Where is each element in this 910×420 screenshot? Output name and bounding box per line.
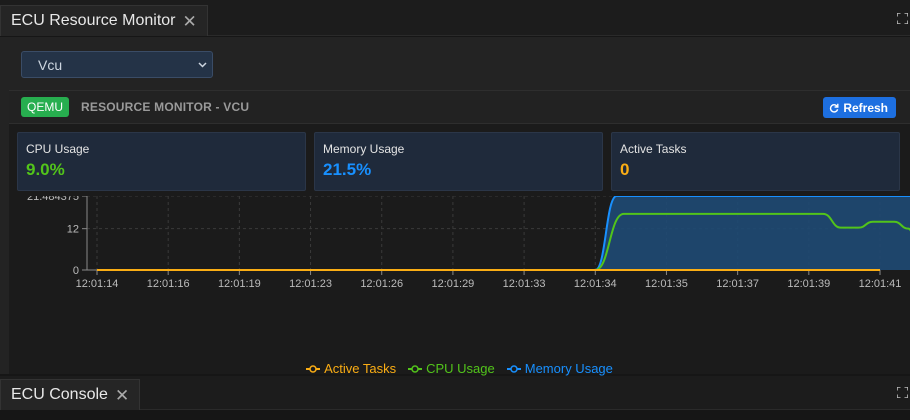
x-tick-label: 12:01:41 (859, 278, 902, 290)
x-tick-label: 12:01:26 (360, 278, 403, 290)
top-panel-tabbar: ECU Resource Monitor ✕ (0, 0, 910, 36)
cpu-usage-stat: CPU Usage 9.0% (17, 132, 306, 191)
chart-legend: Active Tasks CPU Usage Memory Usage (9, 361, 910, 376)
x-tick-label: 12:01:16 (147, 278, 190, 290)
memory-usage-label: Memory Usage (323, 142, 405, 156)
resource-chart: 21.484375 12 012:01:14 12:01:16 12:01:19 12:0… (27, 196, 910, 290)
cpu-usage-value: 9.0% (26, 160, 65, 179)
legend-item[interactable]: Active Tasks (306, 361, 396, 376)
x-tick-label: 12:01:14 (76, 278, 119, 290)
memory-usage-value: 21.5% (323, 160, 372, 179)
x-tick-label: 12:01:19 (218, 278, 261, 290)
maximize-icon[interactable] (897, 13, 908, 24)
legend-label: Memory Usage (524, 361, 613, 376)
tab-title: ECU Resource Monitor (11, 12, 176, 29)
card-header: QEMU RESOURCE MONITOR - VCU Refresh (9, 91, 910, 124)
bottom-panel-tabbar: ECU Console ✕ (0, 376, 910, 410)
memory-usage-stat: Memory Usage 21.5% (314, 132, 603, 191)
legend-label: CPU Usage (426, 361, 495, 376)
tab-title: ECU Console (11, 386, 108, 403)
refresh-label: Refresh (843, 100, 888, 115)
y-tick-label: 12 (67, 224, 79, 236)
x-tick-label: 12:01:35 (645, 278, 688, 290)
legend-label: Active Tasks (324, 361, 397, 376)
x-tick-label: 12:01:33 (503, 278, 546, 290)
ecu-select[interactable]: Vcu (21, 51, 213, 78)
legend-item[interactable]: CPU Usage (408, 361, 495, 376)
close-icon[interactable]: ✕ (183, 13, 197, 30)
active-tasks-stat: Active Tasks 0 (611, 132, 900, 191)
x-tick-label: 12:01:34 (574, 278, 617, 290)
refresh-button[interactable]: Refresh (823, 97, 896, 118)
tab-ecu-resource-monitor[interactable]: ECU Resource Monitor ✕ (0, 5, 208, 36)
qemu-badge: QEMU (21, 97, 69, 117)
x-tick-label: 12:01:29 (431, 278, 474, 290)
legend-marker-icon (306, 364, 321, 373)
card-title: RESOURCE MONITOR - VCU (81, 100, 250, 114)
resource-monitor-card: QEMU RESOURCE MONITOR - VCU Refresh CPU … (9, 90, 910, 376)
maximize-icon[interactable] (897, 387, 908, 398)
y-tick-label: 21.484375 (27, 196, 79, 203)
x-tick-label: 12:01:23 (289, 278, 332, 290)
active-tasks-value: 0 (620, 160, 630, 179)
legend-marker-icon (506, 364, 521, 373)
legend-item[interactable]: Memory Usage (506, 361, 613, 376)
active-tasks-label: Active Tasks (620, 142, 687, 156)
legend-marker-icon (408, 364, 423, 373)
refresh-icon (830, 103, 839, 113)
memory-usage-area (97, 196, 910, 270)
y-tick-label: 0 (73, 265, 79, 277)
close-icon[interactable]: ✕ (115, 387, 129, 404)
resource-monitor-panel: Vcu QEMU RESOURCE MONITOR - VCU Refresh … (0, 37, 910, 376)
chevron-down-icon (198, 62, 207, 68)
x-tick-label: 12:01:39 (787, 278, 830, 290)
cpu-usage-label: CPU Usage (26, 142, 90, 156)
tab-ecu-console[interactable]: ECU Console ✕ (0, 379, 141, 410)
x-tick-label: 12:01:37 (716, 278, 759, 290)
ecu-select-value: Vcu (38, 57, 63, 73)
